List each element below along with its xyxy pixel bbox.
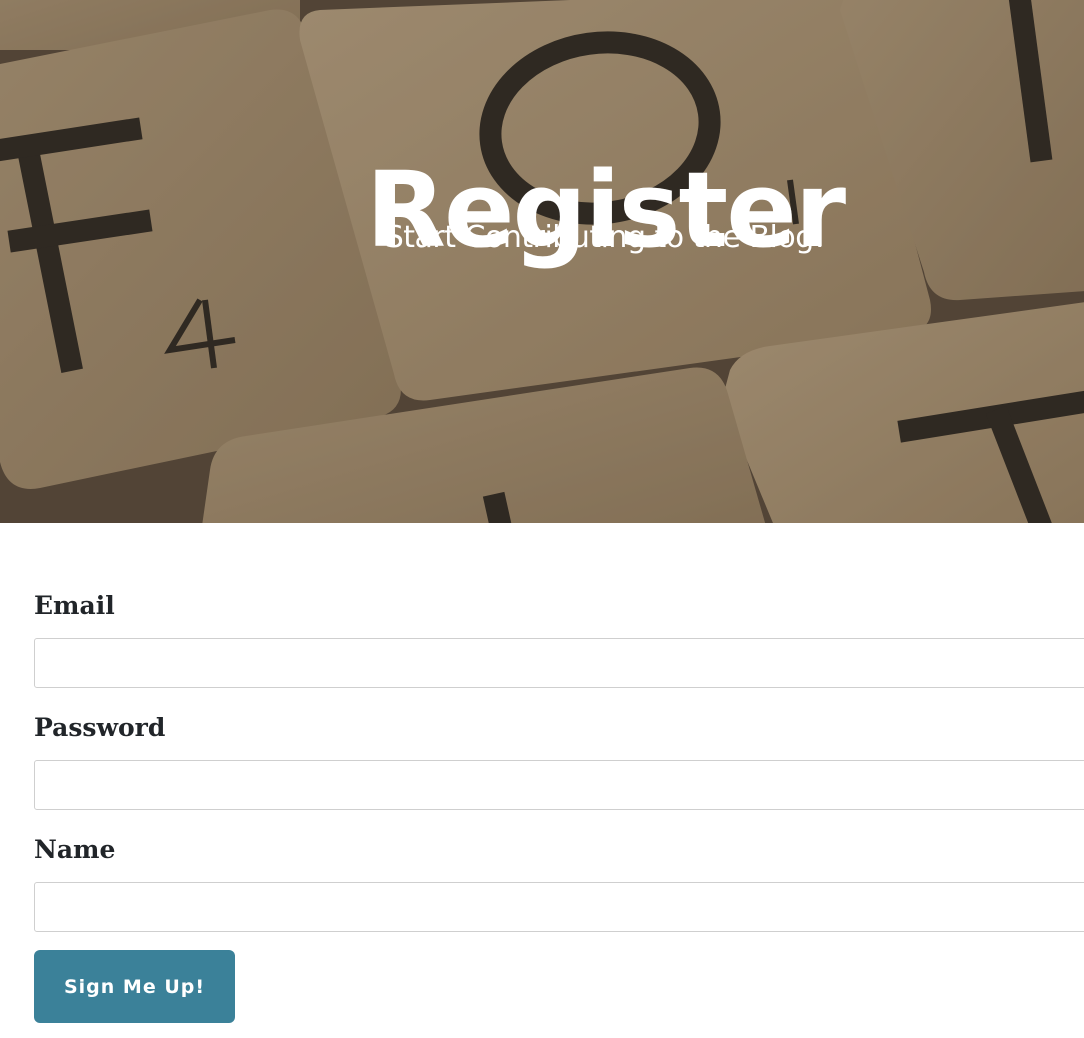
name-field[interactable] [34, 882, 1084, 932]
register-form: Email Password Name Sign Me Up! [34, 584, 1084, 1023]
password-group: Password [34, 706, 1084, 810]
email-group: Email [34, 584, 1084, 688]
email-field[interactable] [34, 638, 1084, 688]
password-field[interactable] [34, 760, 1084, 810]
name-group: Name [34, 828, 1084, 932]
page-subtitle: Start Contributing to the Blog! [384, 220, 826, 255]
email-label: Email [34, 591, 115, 620]
sign-up-button[interactable]: Sign Me Up! [34, 950, 235, 1023]
password-label: Password [34, 713, 166, 742]
name-label: Name [34, 835, 116, 864]
masthead: Register Start Contributing to the Blog! [0, 0, 1084, 523]
